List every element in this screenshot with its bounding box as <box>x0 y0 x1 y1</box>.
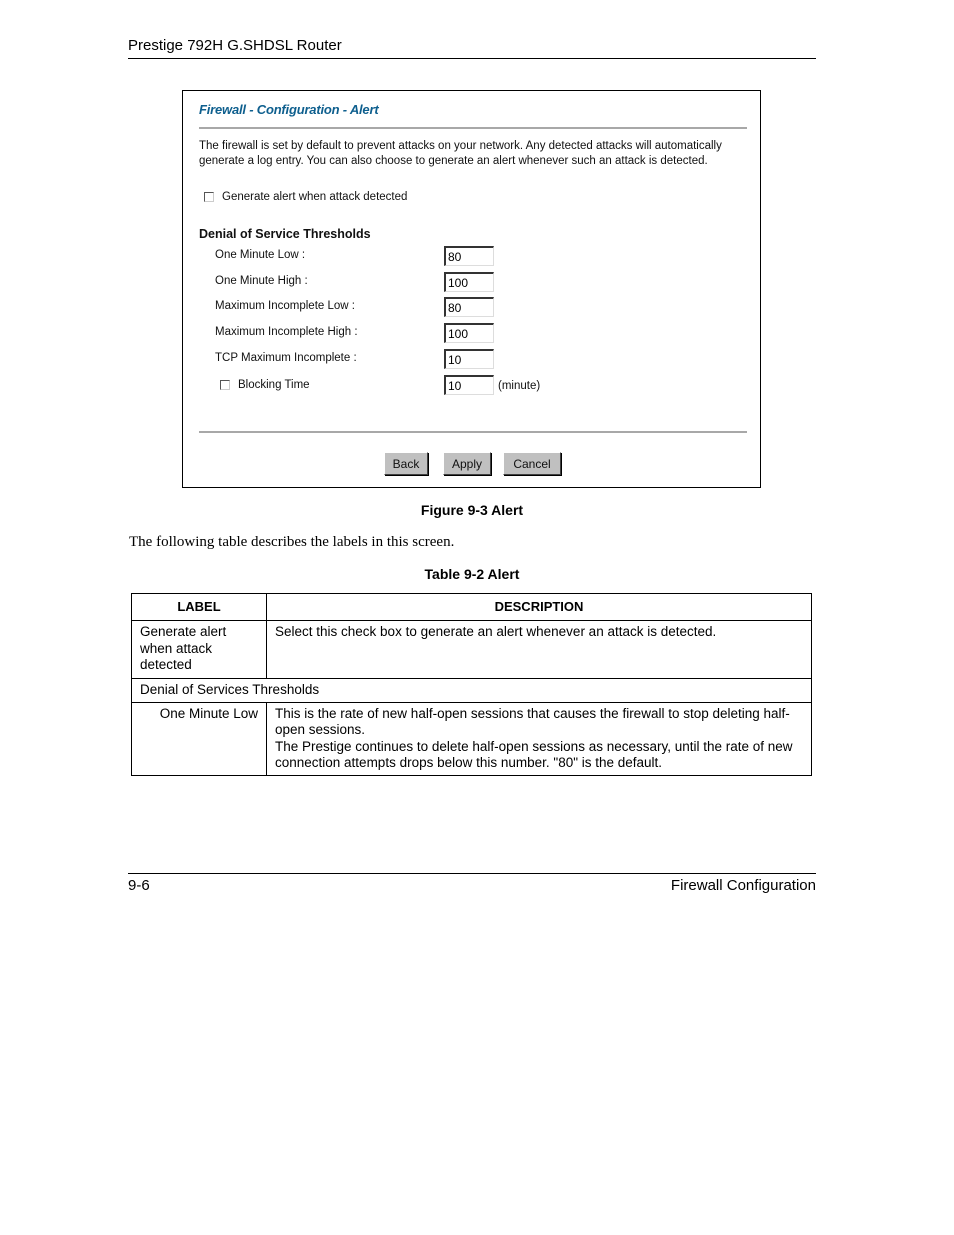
page-header: Prestige 792H G.SHDSL Router <box>128 36 816 59</box>
blocking-time-input[interactable] <box>444 375 494 395</box>
description-line: This is the rate of new half-open sessio… <box>275 705 790 738</box>
chapter-title: Firewall Configuration <box>670 877 816 894</box>
blocking-time-label: Blocking Time <box>238 379 310 391</box>
screen-title: Firewall - Configuration - Alert <box>199 102 379 117</box>
label-description-table: LABEL DESCRIPTION Generate alert when at… <box>131 593 812 776</box>
max-incomplete-high-label: Maximum Incomplete High : <box>215 326 358 338</box>
title-divider <box>199 127 747 129</box>
row-label: Generate alert when attack detected <box>131 620 267 679</box>
row-label: One Minute Low <box>131 701 267 776</box>
page-footer: 9-6 Firewall Configuration <box>128 873 816 896</box>
section-label: Denial of Services Thresholds <box>131 678 812 703</box>
one-minute-high-label: One Minute High : <box>215 275 308 287</box>
body-paragraph: The following table describes the labels… <box>129 534 455 550</box>
generate-alert-checkbox[interactable] <box>204 192 214 202</box>
table-caption: Table 9-2 Alert <box>424 566 520 582</box>
description-column-header: DESCRIPTION <box>266 593 812 621</box>
row-description: Select this check box to generate an ale… <box>266 620 812 679</box>
dos-thresholds-heading: Denial of Service Thresholds <box>199 227 371 241</box>
table-row: Generate alert when attack detected Sele… <box>131 620 812 679</box>
generate-alert-label: Generate alert when attack detected <box>222 191 408 203</box>
page-number: 9-6 <box>128 877 150 894</box>
cancel-button[interactable]: Cancel <box>503 452 561 475</box>
max-incomplete-low-label: Maximum Incomplete Low : <box>215 300 355 312</box>
max-incomplete-high-input[interactable] <box>444 323 494 343</box>
blocking-time-row: Blocking Time <box>220 379 310 391</box>
description-line: The Prestige continues to delete half-op… <box>275 738 793 771</box>
one-minute-high-input[interactable] <box>444 272 494 292</box>
max-incomplete-low-input[interactable] <box>444 297 494 317</box>
label-column-header: LABEL <box>131 593 267 621</box>
tcp-max-incomplete-input[interactable] <box>444 349 494 369</box>
apply-button[interactable]: Apply <box>443 452 491 475</box>
generate-alert-row: Generate alert when attack detected <box>204 191 407 203</box>
figure-caption: Figure 9-3 Alert <box>420 502 524 518</box>
intro-text: The firewall is set by default to preven… <box>199 140 722 167</box>
table-section-row: Denial of Services Thresholds <box>131 678 812 703</box>
tcp-max-incomplete-label: TCP Maximum Incomplete : <box>215 352 357 364</box>
table-row: One Minute Low This is the rate of new h… <box>131 701 812 776</box>
row-description: This is the rate of new half-open sessio… <box>266 701 812 776</box>
blocking-time-checkbox[interactable] <box>220 380 230 390</box>
table-header-row: LABEL DESCRIPTION <box>131 593 812 621</box>
blocking-time-unit: (minute) <box>498 380 541 392</box>
one-minute-low-input[interactable] <box>444 246 494 266</box>
document-title: Prestige 792H G.SHDSL Router <box>128 37 342 54</box>
back-button[interactable]: Back <box>384 452 428 475</box>
button-divider <box>199 431 747 433</box>
one-minute-low-label: One Minute Low : <box>215 249 306 261</box>
firewall-alert-screenshot: Firewall - Configuration - Alert The fir… <box>182 90 761 488</box>
